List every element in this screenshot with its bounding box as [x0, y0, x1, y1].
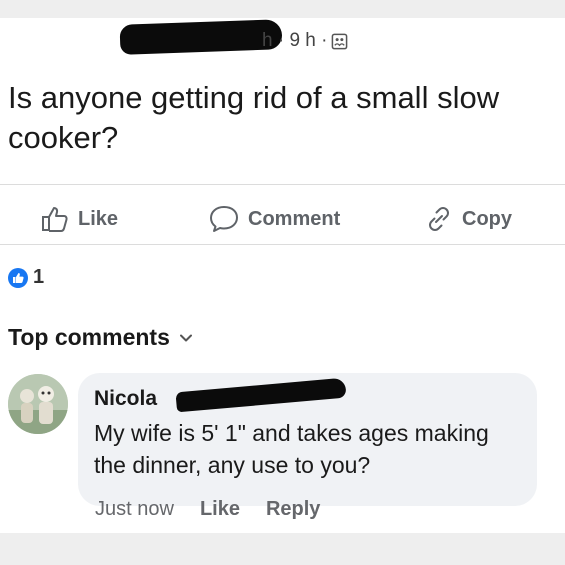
reactions-summary[interactable]: 1 — [8, 266, 44, 289]
top-comments-label: Top comments — [8, 324, 170, 350]
top-comments-filter[interactable]: Top comments — [8, 324, 192, 351]
comment-author[interactable]: Nicola — [94, 387, 157, 411]
post-meta: h · 9 h · — [262, 26, 348, 56]
like-button[interactable]: Like — [40, 202, 118, 236]
link-icon — [429, 207, 449, 231]
redaction-mark — [175, 377, 347, 413]
redaction-mark — [119, 19, 283, 55]
comment-timestamp: Just now — [95, 498, 174, 520]
post-card: h · 9 h · Is anyone getting rid of a sma… — [0, 18, 565, 533]
chevron-down-icon — [179, 334, 192, 341]
comment-bubble: Nicola My wife is 5' 1" and takes ages m… — [78, 373, 537, 506]
comment-reply-button[interactable]: Reply — [266, 498, 320, 521]
divider — [0, 184, 565, 185]
globe-icon — [332, 33, 348, 49]
like-icon — [8, 267, 28, 288]
thumbs-up-icon — [42, 207, 68, 232]
comment-like-button[interactable]: Like — [200, 498, 240, 521]
copy-label: Copy — [462, 207, 512, 230]
comment-label: Comment — [248, 207, 341, 230]
comment-button[interactable]: Comment — [208, 202, 340, 236]
like-label: Like — [78, 207, 119, 230]
reaction-count: 1 — [33, 266, 45, 288]
divider — [0, 244, 565, 245]
post-meta-text: h · 9 h · — [262, 30, 328, 51]
comment-icon — [210, 206, 238, 232]
post-text: Is anyone getting rid of a small slow co… — [8, 80, 500, 155]
avatar[interactable] — [8, 374, 68, 434]
copy-button[interactable]: Copy — [424, 202, 512, 236]
comment-actions: Just now Like Reply — [95, 498, 346, 521]
comment-text: My wife is 5' 1" and takes ages making t… — [94, 420, 489, 478]
